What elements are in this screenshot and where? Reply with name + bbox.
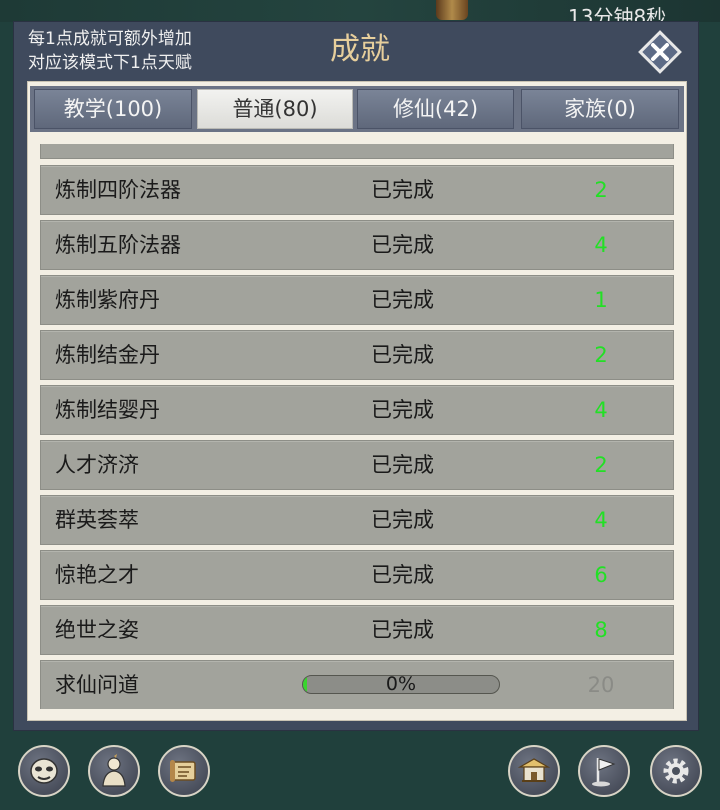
achievement-name: 绝世之姿 xyxy=(55,618,139,642)
tab-family[interactable]: 家族(0) xyxy=(521,89,679,129)
dialog-title: 成就 xyxy=(330,32,390,67)
tab-cultivation[interactable]: 修仙(42) xyxy=(357,89,514,129)
achievement-status: 已完成 xyxy=(371,178,434,202)
achievement-reward: 4 xyxy=(594,398,608,422)
achievement-reward: 8 xyxy=(594,618,608,642)
flag-button[interactable] xyxy=(578,745,630,797)
achievement-row: 人才济济 已完成 2 xyxy=(40,440,674,490)
hint-line-1: 每1点成就可额外增加 xyxy=(28,29,192,49)
tab-teaching[interactable]: 教学(100) xyxy=(34,89,192,129)
achievement-row: 炼制四阶法器 已完成 2 xyxy=(40,165,674,215)
achievement-name: 群英荟萃 xyxy=(55,508,139,532)
dialog-hint: 每1点成就可额外增加 对应该模式下1点天赋 xyxy=(28,27,192,75)
scroll-map-button[interactable] xyxy=(158,745,210,797)
achievement-status: 已完成 xyxy=(371,343,434,367)
achievement-row: 群英荟萃 已完成 4 xyxy=(40,495,674,545)
achievement-reward: 4 xyxy=(594,233,608,257)
mask-icon xyxy=(30,758,58,784)
achievement-status: 已完成 xyxy=(371,563,434,587)
achievement-reward: 20 xyxy=(587,673,615,697)
background-figure xyxy=(436,0,468,20)
achievement-row: 炼制三阶法器 已完成 xyxy=(40,144,674,159)
achievement-row: 炼制结婴丹 已完成 4 xyxy=(40,385,674,435)
achievement-name: 炼制四阶法器 xyxy=(55,178,181,202)
tab-bar: 教学(100) 普通(80) 修仙(42) 家族(0) xyxy=(30,86,684,132)
close-button[interactable] xyxy=(638,30,682,74)
flag-icon xyxy=(592,758,616,787)
achievement-row: 求仙问道 0% 20 xyxy=(40,660,674,709)
achievement-row: 绝世之姿 已完成 8 xyxy=(40,605,674,655)
achievement-status: 已完成 xyxy=(371,288,434,312)
hint-line-2: 对应该模式下1点天赋 xyxy=(28,53,192,73)
achievement-name: 求仙问道 xyxy=(55,673,139,697)
achievement-reward: 6 xyxy=(594,563,608,587)
progress-text: 0% xyxy=(385,675,417,694)
close-icon xyxy=(638,30,682,74)
mask-button[interactable] xyxy=(18,745,70,797)
achievement-name: 炼制三阶法器 xyxy=(55,144,181,158)
palace-button[interactable] xyxy=(508,745,560,797)
achievement-status: 已完成 xyxy=(371,508,434,532)
achievement-name: 炼制紫府丹 xyxy=(55,288,160,312)
achievement-status: 已完成 xyxy=(371,233,434,257)
achievement-name: 炼制结婴丹 xyxy=(55,398,160,422)
achievement-name: 炼制五阶法器 xyxy=(55,233,181,257)
achievement-row: 炼制五阶法器 已完成 4 xyxy=(40,220,674,270)
achievement-row: 炼制结金丹 已完成 2 xyxy=(40,330,674,380)
scroll-map-icon xyxy=(170,760,196,782)
achievement-list[interactable]: 炼制三阶法器 已完成 炼制四阶法器 已完成 2 炼制五阶法器 已完成 4 炼制紫… xyxy=(40,144,675,709)
character-button[interactable] xyxy=(88,745,140,797)
settings-button[interactable] xyxy=(650,745,702,797)
achievement-name: 人才济济 xyxy=(55,453,139,477)
tab-normal[interactable]: 普通(80) xyxy=(197,89,353,129)
achievement-row: 炼制紫府丹 已完成 1 xyxy=(40,275,674,325)
achievement-status: 已完成 xyxy=(371,618,434,642)
achievement-reward: 2 xyxy=(594,343,608,367)
achievement-name: 炼制结金丹 xyxy=(55,343,160,367)
achievement-status: 已完成 xyxy=(371,398,434,422)
character-icon xyxy=(102,754,126,787)
achievement-name: 惊艳之才 xyxy=(55,563,139,587)
achievement-status: 已完成 xyxy=(371,144,434,158)
achievement-reward: 4 xyxy=(594,508,608,532)
achievement-status: 已完成 xyxy=(371,453,434,477)
achievement-reward: 2 xyxy=(594,178,608,202)
achievement-reward: 2 xyxy=(594,453,608,477)
achievement-reward: 1 xyxy=(594,288,608,312)
gear-icon xyxy=(663,758,689,784)
palace-icon xyxy=(517,758,551,782)
achievement-progress-bar: 0% xyxy=(302,675,500,694)
achievement-row: 惊艳之才 已完成 6 xyxy=(40,550,674,600)
